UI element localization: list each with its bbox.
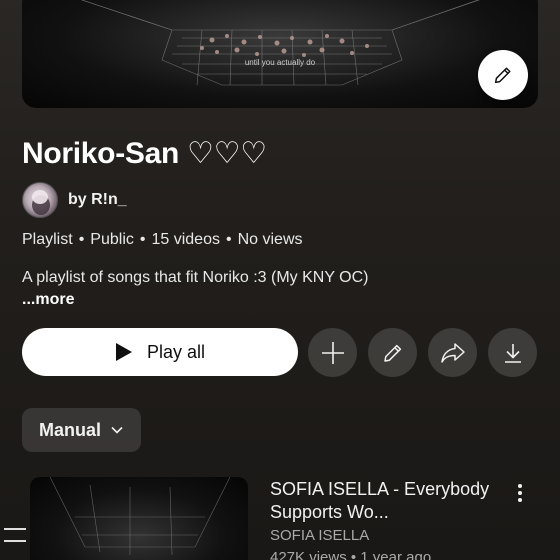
avatar[interactable] [22, 182, 58, 218]
video-stats: 427K views • 1 year ago [270, 549, 432, 560]
download-icon [504, 343, 521, 363]
chevron-down-icon [111, 426, 123, 434]
playlist-visibility[interactable]: Public [90, 231, 134, 248]
share-button[interactable] [428, 328, 477, 377]
edit-playlist-button[interactable] [368, 328, 417, 377]
view-count: No views [237, 231, 303, 248]
sort-dropdown[interactable]: Manual [22, 408, 141, 452]
video-title[interactable]: SOFIA ISELLA - Everybody Supports Wo... [270, 478, 500, 524]
pencil-icon [383, 344, 401, 362]
playlist-meta: Playlist • Public • 15 videos • No views [22, 231, 303, 248]
cover-artwork [81, 0, 480, 86]
play-icon [115, 342, 133, 362]
add-to-playlist-button[interactable] [308, 328, 357, 377]
more-link[interactable]: ...more [22, 291, 74, 309]
play-all-button[interactable]: Play all [22, 328, 298, 376]
more-vert-icon[interactable] [510, 482, 530, 504]
playlist-description: A playlist of songs that fit Noriko :3 (… [22, 269, 369, 286]
playlist-owner[interactable]: by R!n_ [22, 182, 127, 218]
play-all-label: Play all [146, 341, 206, 362]
video-channel[interactable]: SOFIA ISELLA [270, 527, 369, 544]
playlist-title: Noriko-San ♡♡♡ [22, 137, 267, 170]
avatar-image [32, 190, 50, 215]
plus-icon [321, 341, 344, 364]
cover-caption: until you actually do [244, 58, 316, 67]
playlist-page: until you actually do Noriko-San ♡♡♡ by … [0, 0, 560, 560]
edit-cover-button[interactable] [478, 50, 528, 100]
owner-name[interactable]: by R!n_ [68, 191, 127, 209]
download-button[interactable] [488, 328, 537, 377]
video-count: 15 videos [151, 231, 220, 248]
playlist-type: Playlist [22, 231, 73, 248]
video-thumbnail[interactable] [30, 477, 248, 560]
pencil-icon [494, 67, 511, 84]
share-icon [440, 342, 465, 363]
thumbnail-image [49, 477, 231, 556]
playlist-cover[interactable]: until you actually do [22, 0, 538, 108]
drag-handle-icon[interactable] [4, 528, 26, 542]
sort-selected-value: Manual [39, 419, 102, 440]
